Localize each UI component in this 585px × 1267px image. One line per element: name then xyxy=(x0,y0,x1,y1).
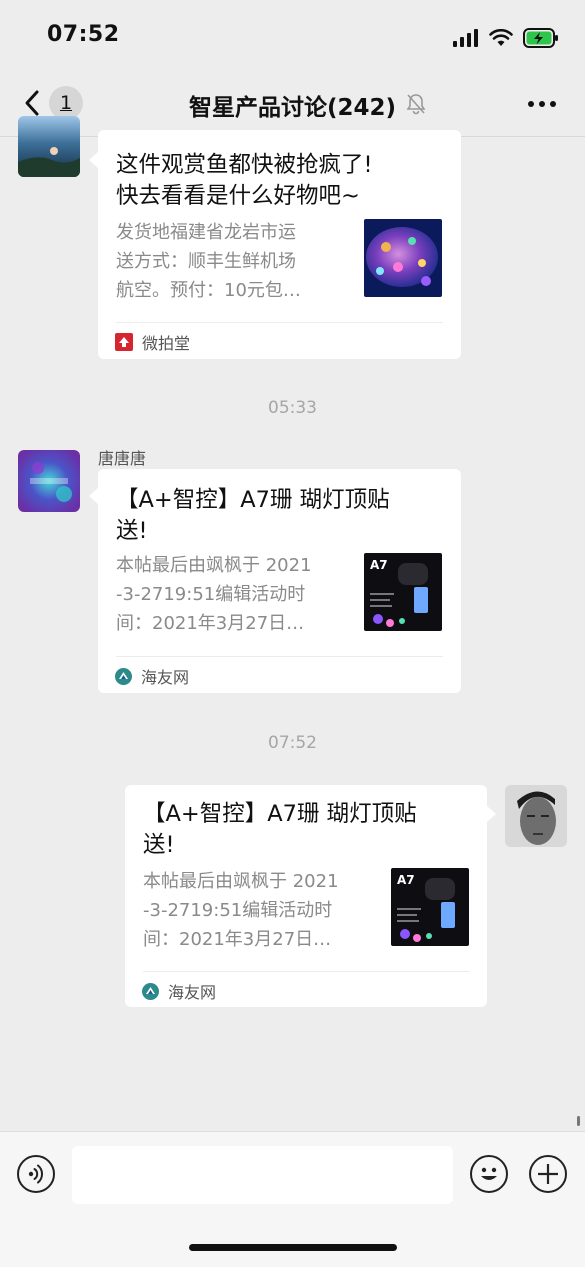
emoji-button[interactable] xyxy=(470,1155,508,1193)
smile-icon xyxy=(481,1167,497,1180)
weipaitang-logo-icon xyxy=(115,333,133,351)
ellipsis-icon-dot xyxy=(528,101,534,107)
ellipsis-icon-dot xyxy=(539,101,545,107)
card-source: 海友网 xyxy=(115,664,189,688)
signal-icon xyxy=(453,29,478,47)
source-name: 海友网 xyxy=(141,668,190,687)
voice-button[interactable] xyxy=(17,1155,55,1193)
avatar[interactable] xyxy=(505,785,567,847)
source-name: 海友网 xyxy=(168,983,217,1002)
ellipsis-icon-dot xyxy=(550,101,556,107)
source-name: 微拍堂 xyxy=(142,334,191,353)
status-time: 07:52 xyxy=(47,22,120,47)
avatar[interactable] xyxy=(18,450,80,512)
link-card[interactable]: 这件观赏鱼都快被抢疯了! 快去看看是什么好物吧~ 发货地福建省龙岩市运 送方式：… xyxy=(98,130,461,359)
card-title: 这件观赏鱼都快被抢疯了! 快去看看是什么好物吧~ xyxy=(116,152,373,209)
card-source: 微拍堂 xyxy=(115,330,190,354)
wifi-icon xyxy=(489,29,513,46)
card-divider xyxy=(116,656,443,657)
card-description: 发货地福建省龙岩市运 送方式：顺丰生鲜机场 航空。预付：10元包… xyxy=(116,222,301,301)
link-card[interactable]: 【A+智控】A7珊 瑚灯顶贴 送! 本帖最后由飒枫于 2021 -3-2719:… xyxy=(125,785,487,1007)
timestamp: 05:33 xyxy=(268,398,317,418)
more-button[interactable] xyxy=(528,101,556,107)
bubble-tail xyxy=(89,152,98,168)
haiyou-logo-icon xyxy=(142,982,159,1000)
battery-charging-icon xyxy=(523,28,558,48)
bell-slash-icon xyxy=(406,94,426,115)
card-source: 海友网 xyxy=(142,979,216,1003)
sender-name: 唐唐唐 xyxy=(98,449,147,468)
card-title: 【A+智控】A7珊 瑚灯顶贴 送! xyxy=(116,487,390,544)
avatar-image xyxy=(505,785,567,847)
bubble-tail xyxy=(487,806,496,822)
plus-icon xyxy=(538,1164,558,1184)
avatar[interactable] xyxy=(18,116,80,177)
avatar-image xyxy=(18,450,80,512)
card-divider xyxy=(116,322,443,323)
haiyou-logo-icon xyxy=(115,667,132,685)
bubble-tail xyxy=(89,488,98,504)
card-divider xyxy=(143,971,470,972)
message-input[interactable] xyxy=(72,1146,453,1204)
scrollbar[interactable] xyxy=(577,1116,580,1126)
card-thumbnail: A7 xyxy=(391,868,469,946)
voice-icon xyxy=(28,1164,44,1184)
timestamp: 07:52 xyxy=(268,733,317,753)
avatar-image xyxy=(18,116,80,177)
thumb-label: A7 xyxy=(370,558,388,572)
home-indicator xyxy=(189,1244,397,1251)
chat-title: 智星产品讨论(242) xyxy=(188,95,397,121)
card-description: 本帖最后由飒枫于 2021 -3-2719:51编辑活动时 间：2021年3月2… xyxy=(116,555,312,634)
card-description: 本帖最后由飒枫于 2021 -3-2719:51编辑活动时 间：2021年3月2… xyxy=(143,871,339,950)
card-thumbnail xyxy=(364,219,442,297)
chat-header: 1 智星产品讨论(242) xyxy=(0,70,585,137)
card-title: 【A+智控】A7珊 瑚灯顶贴 送! xyxy=(143,801,417,858)
add-button[interactable] xyxy=(529,1155,567,1193)
card-thumbnail: A7 xyxy=(364,553,442,631)
status-icons xyxy=(453,26,559,50)
thumb-label: A7 xyxy=(397,873,415,887)
link-card[interactable]: 【A+智控】A7珊 瑚灯顶贴 送! 本帖最后由飒枫于 2021 -3-2719:… xyxy=(98,469,461,693)
